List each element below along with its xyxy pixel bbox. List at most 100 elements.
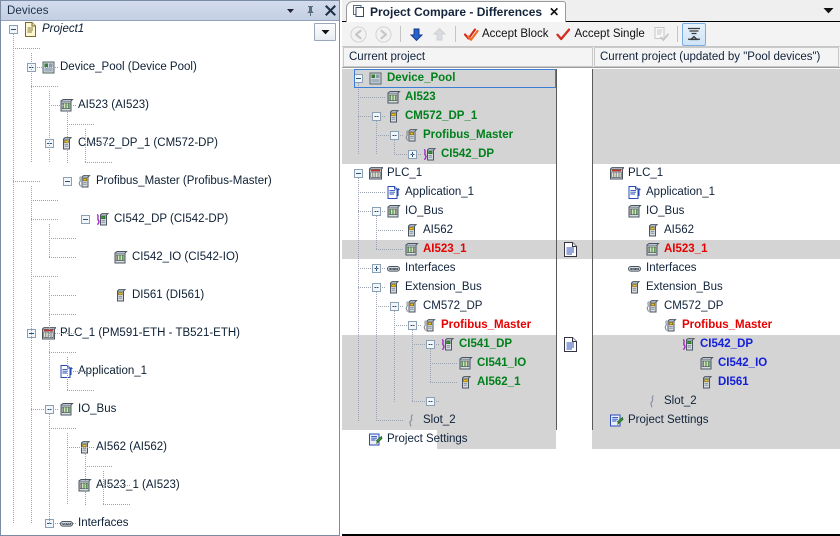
bus-module-icon	[645, 299, 660, 314]
compare-tree-item-label: Profibus_Master	[423, 129, 513, 142]
module-grid-icon	[386, 90, 401, 105]
compare-tree-item-label: Project Settings	[387, 433, 468, 446]
devices-tree-item-profibus_master_1[interactable]: Profibus_Master (Profibus-Master)	[1, 172, 339, 191]
tree-guide-line	[358, 116, 386, 117]
compare-tree-item-label: AI562	[423, 224, 453, 237]
compare-tree-item-l-plc_1[interactable]: PLC_1	[342, 164, 840, 183]
tree-guide-line	[430, 349, 431, 383]
application-icon	[386, 185, 401, 200]
compare-tree-item-l-slot_2[interactable]: Slot_2	[342, 411, 840, 430]
tree-guide-line	[358, 83, 359, 155]
compare-tree-item-l-ai523_1[interactable]: AI523_1	[342, 240, 840, 259]
previous-difference-button[interactable]	[428, 23, 451, 46]
compare-tree-item-l-ai562[interactable]: AI562	[342, 221, 840, 240]
compare-tree-item-l-ai562_1[interactable]: AI562_1	[342, 373, 840, 392]
forward-button[interactable]	[371, 23, 396, 46]
compare-tree-item-l-project_settings[interactable]: Project Settings	[342, 430, 840, 449]
tree-guide-line	[103, 471, 104, 505]
compare-tree-item-label: Extension_Bus	[405, 281, 482, 294]
change-indicator-icon	[564, 337, 577, 352]
compare-tree-item-label: CM572_DP	[664, 300, 723, 313]
accept-block-label: Accept Block	[482, 28, 548, 40]
back-button[interactable]	[346, 23, 371, 46]
compare-body[interactable]: Device_PoolAI523CM572_DP_1Profibus_Maste…	[342, 69, 840, 536]
devices-titlebar: Devices	[1, 1, 339, 21]
devices-tree-item-application_1[interactable]: Application_1	[1, 362, 339, 381]
tree-guide-line	[85, 452, 86, 505]
tree-guide-line	[412, 401, 440, 402]
accept-single-button[interactable]: Accept Single	[552, 23, 648, 46]
module-icon	[113, 288, 128, 303]
compare-tree-item-l-interfaces[interactable]: Interfaces	[342, 259, 840, 278]
tree-guide-line	[376, 249, 404, 250]
tree-guide-line	[394, 154, 422, 155]
compare-tree-item-label: PLC_1	[628, 167, 663, 180]
compare-tree-item-label: CI542_DP	[441, 148, 494, 161]
bus-module-icon	[404, 128, 419, 143]
tree-guide-line	[85, 162, 113, 163]
module-grid-icon	[59, 402, 74, 417]
toggle-identical-button[interactable]	[682, 23, 706, 46]
chevron-down-icon[interactable]	[285, 5, 296, 16]
tree-guide-line	[31, 276, 59, 277]
column-header-right: Current project (updated by "Pool device…	[594, 47, 839, 67]
compare-tree-item-label: Slot_2	[664, 395, 697, 408]
cable-module-icon	[95, 212, 110, 227]
tab-project-compare-differences[interactable]: Project Compare - Differences ✕	[346, 1, 566, 22]
tree-guide-line	[376, 292, 377, 421]
collapse-icon[interactable]	[9, 25, 18, 34]
next-difference-button[interactable]	[405, 23, 428, 46]
tree-guide-line	[376, 306, 404, 307]
compare-tree-item-label: DI561	[718, 376, 749, 389]
bus-module-icon	[77, 174, 92, 189]
collapse-icon[interactable]	[354, 169, 363, 178]
tree-guide-line	[67, 124, 95, 125]
tree-guide-line	[103, 485, 131, 486]
devices-tree-item-label: IO_Bus	[78, 403, 116, 416]
compare-tree-item-label: Application_1	[405, 186, 474, 199]
tree-guide-line	[67, 447, 95, 448]
accept-block-button[interactable]: Accept Block	[460, 23, 552, 46]
compare-tree-item-l-io_bus[interactable]: IO_Bus	[342, 202, 840, 221]
tabstrip-chevron-down-icon[interactable]	[823, 5, 834, 17]
close-icon[interactable]	[325, 5, 336, 16]
tree-guide-line	[49, 281, 50, 391]
slot-icon	[404, 413, 419, 428]
project-compare-panel: Project Compare - Differences ✕	[342, 0, 840, 536]
compare-tree-item-l-cm572_dp[interactable]: CM572_DP	[342, 297, 840, 316]
compare-tree-item-label: Extension_Bus	[646, 281, 723, 294]
collapse-icon[interactable]	[81, 215, 90, 224]
tree-guide-line	[376, 230, 404, 231]
tab-close-icon[interactable]: ✕	[549, 5, 559, 19]
tree-guide-line	[430, 363, 458, 364]
plc-icon	[368, 166, 383, 181]
tree-guide-line	[49, 428, 77, 429]
project-icon	[23, 22, 38, 37]
module-icon	[627, 280, 642, 295]
compare-tree-item-l-extension_bus[interactable]: Extension_Bus	[342, 278, 840, 297]
change-indicator-icon	[564, 242, 577, 257]
collapse-icon[interactable]	[63, 177, 72, 186]
devices-tree-item-ai562[interactable]: AI562 (AI562)	[1, 438, 339, 457]
module-icon	[458, 375, 473, 390]
devices-tree-scroll[interactable]: Project1Device_Pool (Device Pool)AI523 (…	[1, 20, 339, 535]
devices-tree-item-cm572_dp_1[interactable]: CM572_DP_1 (CM572-DP)	[1, 134, 339, 153]
bus-module-icon	[663, 318, 678, 333]
cable-module-icon	[422, 147, 437, 162]
tree-guide-line	[67, 371, 95, 372]
module-grid-icon	[699, 356, 714, 371]
accept-all-button[interactable]	[649, 23, 673, 46]
compare-tree-item-l-profibus_master_1[interactable]: Profibus_Master	[342, 126, 840, 145]
compare-tree-item-label: Application_1	[646, 186, 715, 199]
devices-tree-item-ai523_1[interactable]: AI523_1 (AI523)	[1, 476, 339, 495]
pin-icon[interactable]	[305, 5, 316, 16]
compare-tree-item-l-ai523[interactable]: AI523	[342, 88, 840, 107]
devices-tree-item-project1[interactable]: Project1	[1, 20, 339, 39]
module-grid-icon	[627, 204, 642, 219]
application-window: Devices	[0, 0, 840, 536]
compare-tree-item-l-application_1[interactable]: Application_1	[342, 183, 840, 202]
toolbar-separator	[400, 26, 401, 42]
compare-tree-item-l-cm572_dp_1[interactable]: CM572_DP_1	[342, 107, 840, 126]
settings-icon	[368, 432, 383, 447]
tree-guide-line	[31, 219, 59, 220]
